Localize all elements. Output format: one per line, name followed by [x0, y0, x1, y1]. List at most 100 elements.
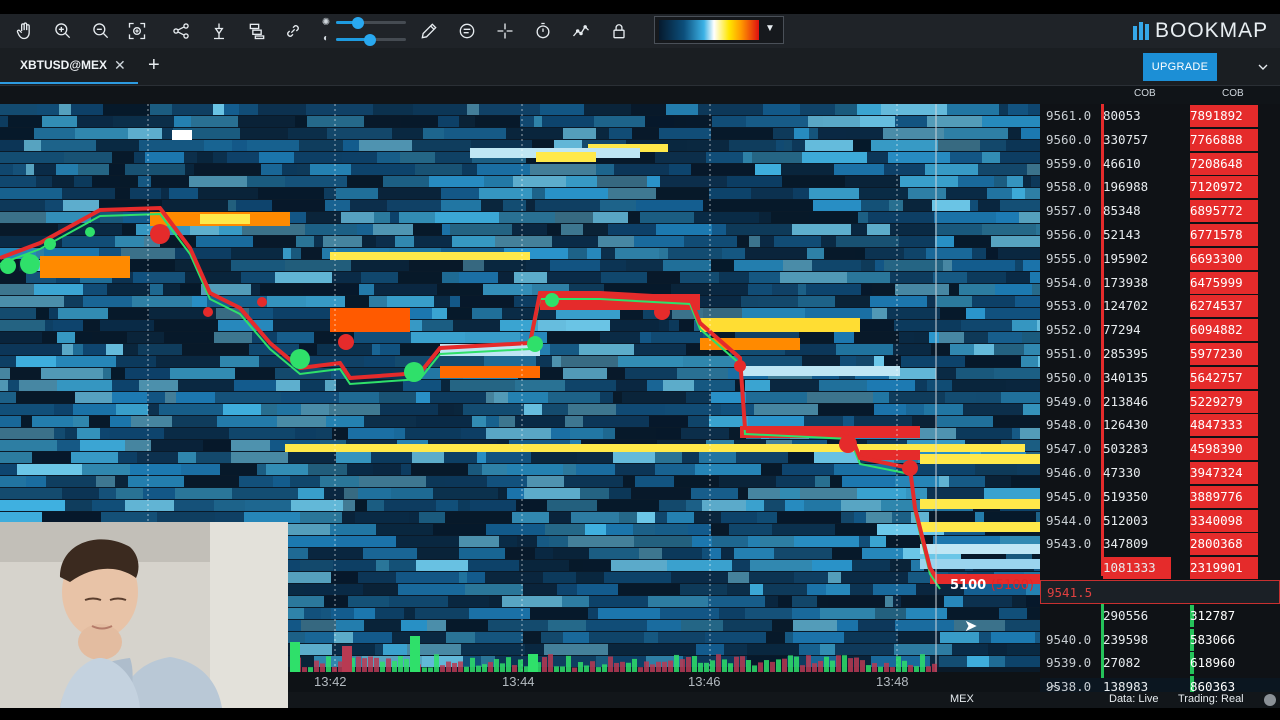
ladder-cob-bid: 330757 — [1103, 131, 1149, 147]
ladder-price: 9558.0 — [1046, 179, 1092, 195]
ladder-cob-bid: 173938 — [1103, 274, 1149, 290]
brightness-slider[interactable] — [336, 17, 406, 29]
contrast-icon: ◐ — [322, 33, 330, 44]
ladder-row[interactable]: 9552.0 77294 6094882 — [1040, 318, 1280, 342]
ladder-row[interactable]: 9560.0 330757 7766888 — [1040, 128, 1280, 152]
ladder-cob-ask: 7891892 — [1190, 108, 1243, 123]
ladder-cob-bid: 52143 — [1103, 227, 1141, 242]
ladder-cob-bid: 47330 — [1103, 465, 1141, 480]
ladder-cob-ask: 4598390 — [1190, 441, 1243, 457]
indicators-icon[interactable] — [206, 18, 232, 44]
ladder-price: 9549.0 — [1046, 393, 1092, 409]
ladder-row[interactable]: 9551.0 285395 5977230 — [1040, 342, 1280, 366]
ladder-price: 9553.0 — [1046, 298, 1092, 314]
time-tick: 13:42 — [314, 674, 347, 689]
ladder-price: 9545.0 — [1046, 488, 1092, 504]
mouse-cursor-icon: ➤ — [964, 618, 978, 635]
timer-icon[interactable] — [530, 18, 556, 44]
bookmap-logo: BOOKMAP — [1133, 17, 1268, 45]
ladder-cob-ask: 5642757 — [1190, 369, 1243, 385]
ladder-row[interactable]: 9545.0 519350 3889776 — [1040, 485, 1280, 509]
ladder-row[interactable]: 9550.0 340135 5642757 — [1040, 366, 1280, 390]
ladder-row[interactable]: 9554.0 173938 6475999 — [1040, 271, 1280, 295]
zoom-in-icon[interactable] — [50, 18, 76, 44]
close-icon[interactable]: ✕ — [114, 57, 126, 74]
ladder-price: 9561.0 — [1046, 108, 1092, 123]
ladder-row[interactable]: 9546.0 47330 3947324 — [1040, 461, 1280, 485]
chart-line-icon[interactable] — [568, 18, 594, 44]
ladder-row[interactable]: 9561.0 80053 7891892 — [1040, 104, 1280, 128]
crosshair-icon[interactable] — [492, 18, 518, 44]
ladder-cob-bid: 290556 — [1103, 607, 1149, 623]
ladder-price: 9548.0 — [1046, 417, 1092, 433]
ladder-row[interactable]: 9557.0 85348 6895772 — [1040, 199, 1280, 223]
ladder-row[interactable]: 9559.0 46610 7208648 — [1040, 152, 1280, 176]
ladder-price: 9539.0 — [1046, 655, 1092, 671]
pencil-icon[interactable] — [416, 18, 442, 44]
price-ladder[interactable]: 9561.0 80053 7891892 9560.0 330757 7766888 955… — [1040, 104, 1280, 699]
time-tick: 13:44 — [502, 674, 535, 689]
ladder-cob-ask: 6771578 — [1190, 227, 1243, 242]
ladder-cob-ask: 6693300 — [1190, 250, 1243, 266]
ladder-row[interactable]: 1081333 2319901 — [1040, 556, 1280, 580]
contrast-slider[interactable] — [336, 34, 406, 46]
bookmap-app: ✺ ◐ ▼ BOOKMAP XBTUSD@MEX ✕ + UPGRADE COB… — [0, 0, 1280, 720]
ladder-cob-bid: 80053 — [1103, 108, 1141, 123]
exchange-label: MEX — [950, 693, 974, 705]
ladder-cob-ask: 7766888 — [1190, 131, 1243, 147]
ladder-row[interactable]: 9544.0 512003 3340098 — [1040, 509, 1280, 533]
ladder-price: 9544.0 — [1046, 512, 1092, 528]
zoom-fit-icon[interactable] — [124, 18, 150, 44]
link-icon[interactable] — [280, 18, 306, 44]
ladder-cob-bid: 195902 — [1103, 250, 1149, 266]
ladder-cob-bid: 285395 — [1103, 346, 1149, 361]
ladder-cob-ask: 583066 — [1190, 631, 1236, 647]
upgrade-button[interactable]: UPGRADE — [1143, 53, 1217, 81]
lock-icon[interactable] — [606, 18, 632, 44]
add-tab-icon[interactable]: + — [148, 54, 160, 77]
layers-icon[interactable] — [244, 18, 270, 44]
ladder-cob-bid: 77294 — [1103, 322, 1141, 338]
heatmap-gradient-swatch — [659, 20, 759, 40]
chat-icon[interactable] — [454, 18, 480, 44]
ladder-cob-bid: 46610 — [1103, 155, 1141, 171]
ladder-row[interactable]: 9548.0 126430 4847333 — [1040, 413, 1280, 437]
heatmap-palette-dropdown[interactable]: ▼ — [654, 16, 784, 44]
ladder-row[interactable]: 290556 312787 — [1040, 604, 1280, 628]
tab-label: XBTUSD@MEX — [20, 58, 108, 72]
ladder-price: 9560.0 — [1046, 131, 1092, 147]
contrast-slider-thumb[interactable] — [364, 34, 376, 46]
ladder-price: 9547.0 — [1046, 441, 1092, 457]
ladder-row[interactable]: 9556.0 52143 6771578 — [1040, 223, 1280, 247]
ladder-row[interactable]: 9540.0 239598 583066 — [1040, 628, 1280, 652]
ladder-row[interactable]: 9539.0 27082 618960 — [1040, 651, 1280, 675]
ladder-cob-bid: 85348 — [1103, 203, 1141, 219]
ladder-row[interactable]: 9555.0 195902 6693300 — [1040, 247, 1280, 271]
time-tick: 13:48 — [876, 674, 909, 689]
ladder-cob-bid: 503283 — [1103, 441, 1149, 457]
share-icon[interactable] — [168, 18, 194, 44]
ladder-row[interactable]: 9543.0 347809 2800368 — [1040, 532, 1280, 556]
ladder-price: 9551.0 — [1046, 346, 1092, 361]
ladder-cob-bid: 239598 — [1103, 631, 1149, 647]
zoom-out-icon[interactable] — [88, 18, 114, 44]
ladder-cob-bid: 213846 — [1103, 393, 1149, 409]
ladder-row[interactable]: 9541.5 — [1040, 580, 1280, 604]
chevron-up-icon[interactable]: ︿ — [1046, 674, 1060, 694]
connection-indicator-icon — [1264, 694, 1276, 706]
presenter-video — [0, 522, 288, 708]
ladder-price: 9541.5 — [1047, 585, 1093, 600]
hand-icon[interactable] — [12, 18, 38, 44]
tab-xbtusd[interactable]: XBTUSD@MEX ✕ — [0, 48, 138, 84]
letterbox-bottom — [0, 708, 1280, 720]
ladder-row[interactable]: 9549.0 213846 5229279 — [1040, 390, 1280, 414]
brightness-slider-thumb[interactable] — [352, 17, 364, 29]
chevron-down-icon[interactable] — [1246, 54, 1280, 80]
ladder-cob-bid: 27082 — [1103, 655, 1141, 671]
ladder-row[interactable]: 9547.0 503283 4598390 — [1040, 437, 1280, 461]
ladder-row[interactable]: 9558.0 196988 7120972 — [1040, 175, 1280, 199]
time-tick: 13:46 — [688, 674, 721, 689]
chevron-down-icon: ▼ — [765, 23, 775, 34]
ladder-row[interactable]: 9553.0 124702 6274537 — [1040, 294, 1280, 318]
ladder-price: 9557.0 — [1046, 203, 1092, 219]
